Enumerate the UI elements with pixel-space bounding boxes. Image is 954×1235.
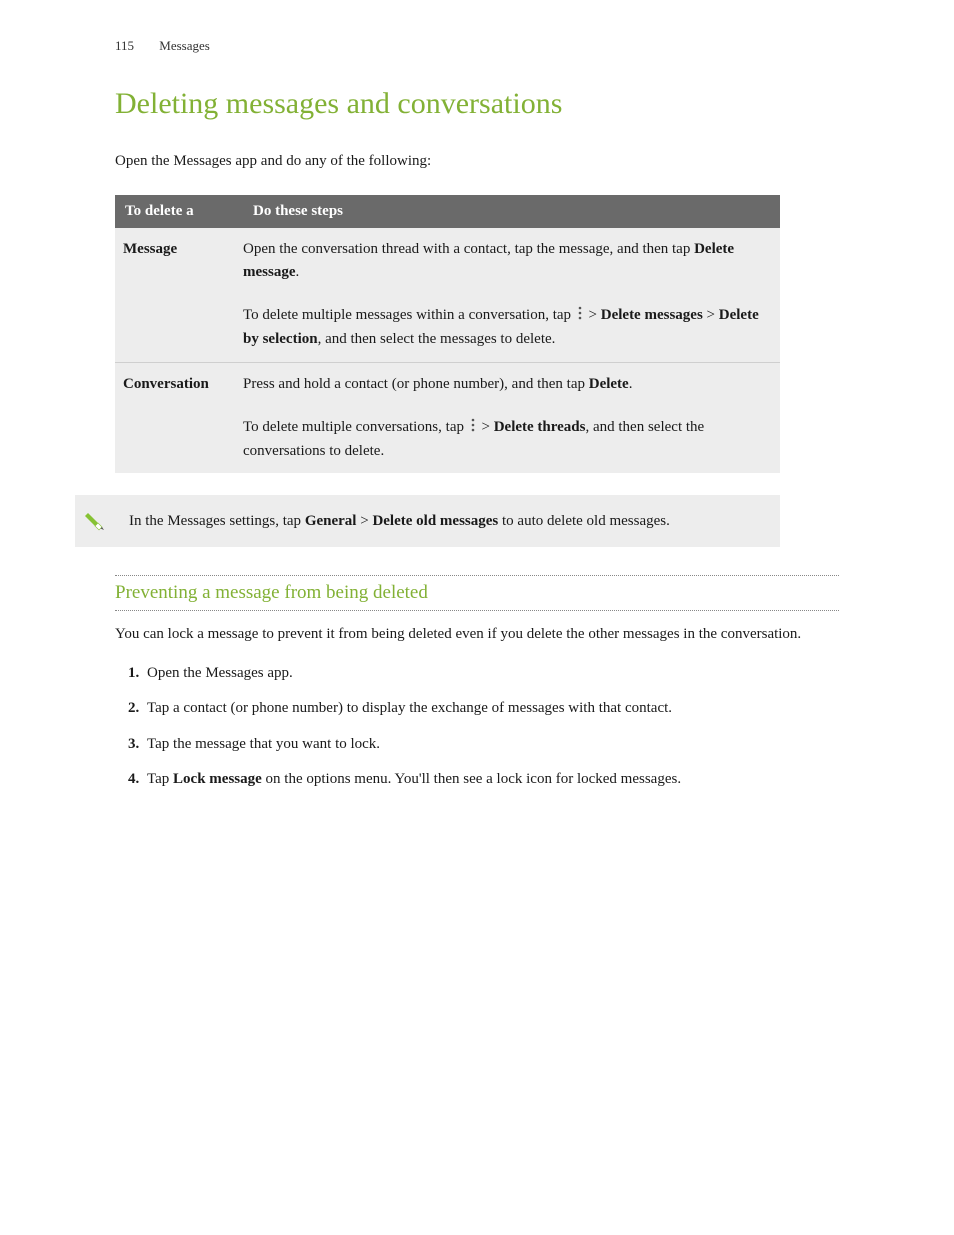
more-vert-icon	[577, 305, 583, 328]
table-cell: Press and hold a contact (or phone numbe…	[243, 362, 780, 406]
list-item: Tap a contact (or phone number) to displ…	[143, 697, 839, 720]
steps-list: Open the Messages app. Tap a contact (or…	[115, 662, 839, 791]
list-item: Open the Messages app.	[143, 662, 839, 685]
intro-paragraph: Open the Messages app and do any of the …	[115, 150, 839, 173]
pencil-tip-icon	[75, 495, 115, 547]
tip-text: In the Messages settings, tap General > …	[115, 496, 682, 547]
table-header-col1: To delete a	[115, 195, 243, 228]
running-header: 115 Messages	[115, 38, 839, 54]
table-cell: To delete multiple messages within a con…	[243, 294, 780, 362]
list-item: Tap Lock message on the options menu. Yo…	[143, 768, 839, 791]
delete-steps-table: To delete a Do these steps Message Open …	[115, 195, 780, 474]
more-vert-icon	[470, 417, 476, 440]
table-row: To delete multiple messages within a con…	[115, 294, 780, 362]
table-row: Conversation Press and hold a contact (o…	[115, 362, 780, 406]
table-cell: Open the conversation thread with a cont…	[243, 228, 780, 295]
table-cell: To delete multiple conversations, tap > …	[243, 406, 780, 474]
page-title: Deleting messages and conversations	[115, 86, 839, 122]
sub-intro-paragraph: You can lock a message to prevent it fro…	[115, 623, 839, 646]
header-section: Messages	[159, 38, 210, 53]
page-content: 115 Messages Deleting messages and conve…	[0, 0, 954, 863]
list-item: Tap the message that you want to lock.	[143, 733, 839, 756]
sub-section-title: Preventing a message from being deleted	[115, 575, 839, 611]
row-label-message: Message	[123, 241, 177, 257]
page-number: 115	[115, 38, 134, 54]
table-row: Message Open the conversation thread wit…	[115, 228, 780, 295]
tip-callout: In the Messages settings, tap General > …	[75, 495, 780, 547]
row-label-conversation: Conversation	[123, 376, 209, 392]
table-header-col2: Do these steps	[243, 195, 780, 228]
table-row: To delete multiple conversations, tap > …	[115, 406, 780, 474]
